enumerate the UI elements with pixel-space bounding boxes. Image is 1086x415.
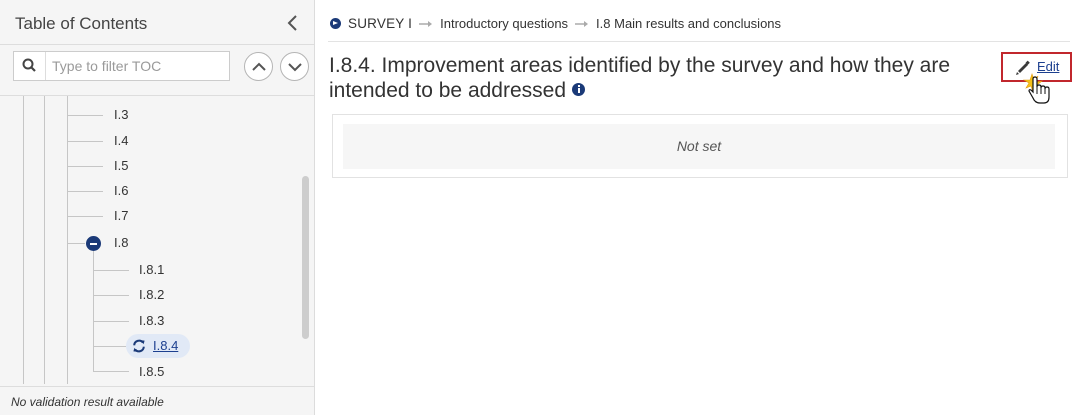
expand-up-button[interactable]	[244, 52, 273, 81]
toc-item-i-7[interactable]: I.7	[114, 208, 128, 224]
answer-value: Not set	[676, 138, 722, 154]
chevron-down-icon	[288, 63, 302, 72]
toc-item-i-5[interactable]: I.5	[114, 158, 128, 174]
tree-line	[93, 270, 129, 271]
toc-item-i-8-4-active[interactable]: I.8.4	[126, 334, 190, 358]
breadcrumb-item-introductory[interactable]: Introductory questions	[440, 16, 568, 31]
tree-line	[67, 96, 68, 384]
expand-down-button[interactable]	[280, 52, 309, 81]
toc-item-i-3[interactable]: I.3	[114, 107, 128, 123]
breadcrumb-root[interactable]: SURVEY I	[348, 16, 412, 31]
chevron-up-icon	[252, 62, 266, 71]
toc-header: Table of Contents	[0, 0, 314, 46]
tree-line	[67, 191, 103, 192]
toc-item-i-6[interactable]: I.6	[114, 183, 128, 199]
divider	[328, 41, 1070, 42]
tree-line	[93, 295, 129, 296]
toc-sidebar: Table of Contents Type to filter TOC I.3…	[0, 0, 315, 415]
tree-line	[67, 141, 103, 142]
toc-item-label: I.8.4	[153, 338, 179, 353]
toc-item-i-8[interactable]: I.8	[114, 235, 128, 251]
search-icon	[14, 52, 46, 80]
tree-line	[93, 321, 129, 322]
toc-item-i-4[interactable]: I.4	[114, 133, 128, 149]
collapse-sidebar-button[interactable]	[285, 14, 301, 32]
main-content: SURVEY I Introductory questions I.8 Main r…	[316, 0, 1086, 415]
toc-scrollbar[interactable]	[302, 176, 309, 339]
page-title-text: I.8.4. Improvement areas identified by t…	[329, 54, 951, 102]
page-title: I.8.4. Improvement areas identified by t…	[329, 53, 969, 103]
arrow-right-icon	[419, 16, 433, 31]
edit-button[interactable]: Edit	[1001, 52, 1072, 82]
sync-icon	[132, 339, 146, 358]
validation-status-text: No validation result available	[11, 395, 164, 409]
toc-tree: I.3 I.4 I.5 I.6 I.7 I.8 I.8.1 I.8.2 I.8.…	[0, 96, 300, 384]
answer-value-box: Not set	[343, 124, 1055, 169]
tree-line	[93, 371, 129, 372]
collapse-node-icon[interactable]	[86, 236, 101, 251]
tree-line	[44, 96, 45, 384]
divider	[0, 44, 314, 45]
pencil-icon	[1015, 60, 1031, 81]
tree-line	[67, 115, 103, 116]
tree-line	[23, 96, 24, 384]
edit-button-label: Edit	[1037, 59, 1060, 74]
arrow-right-icon	[575, 16, 589, 31]
info-icon[interactable]	[572, 82, 586, 96]
circle-arrow-right-icon	[330, 18, 341, 30]
toc-item-i-8-1[interactable]: I.8.1	[139, 262, 164, 278]
breadcrumb: SURVEY I Introductory questions I.8 Main r…	[330, 15, 781, 31]
tree-line	[93, 346, 126, 347]
validation-status-bar: No validation result available	[0, 386, 314, 415]
toc-item-i-8-5[interactable]: I.8.5	[139, 364, 164, 380]
tree-line	[67, 166, 103, 167]
toc-filter-input[interactable]	[47, 52, 229, 80]
breadcrumb-item-main-results[interactable]: I.8 Main results and conclusions	[596, 16, 781, 31]
toc-item-i-8-2[interactable]: I.8.2	[139, 287, 164, 303]
toc-filter	[13, 51, 230, 81]
chevron-left-icon	[287, 15, 297, 31]
toc-title: Table of Contents	[15, 14, 148, 33]
answer-panel: Not set	[332, 114, 1068, 178]
tree-line	[67, 243, 85, 244]
tree-line	[67, 216, 103, 217]
toc-item-i-8-3[interactable]: I.8.3	[139, 313, 164, 329]
